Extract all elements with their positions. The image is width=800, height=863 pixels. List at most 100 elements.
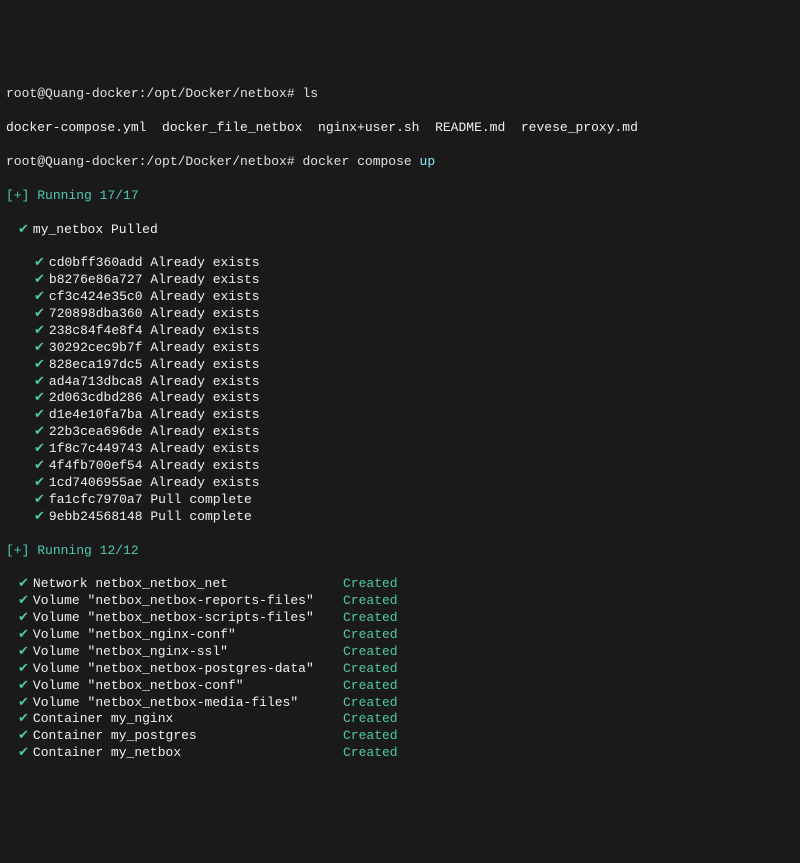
resource-status: Created (343, 711, 398, 728)
terminal-output[interactable]: root@Quang-docker:/opt/Docker/netbox# ls… (6, 70, 794, 779)
layer-status: Already exists (143, 357, 260, 372)
check-icon: ✔ (34, 306, 45, 321)
resource-name-col: ✔ Network netbox_netbox_net (18, 576, 343, 593)
check-icon: ✔ (34, 407, 45, 422)
check-icon: ✔ (18, 593, 29, 608)
layer-hash: 1f8c7c449743 (49, 441, 143, 456)
check-icon: ✔ (34, 492, 45, 507)
resources-list: ✔Network netbox_netbox_netCreated✔Volume… (6, 576, 794, 762)
resource-name-col: ✔ Volume "netbox_netbox-scripts-files" (18, 610, 343, 627)
resource-line: ✔Volume "netbox_nginx-conf"Created (6, 627, 794, 644)
running-label: Running (37, 543, 92, 558)
check-icon: ✔ (34, 390, 45, 405)
resource-name: Volume "netbox_netbox-conf" (33, 678, 244, 693)
resource-name-col: ✔Container my_netbox (18, 745, 343, 762)
cmd-compose: compose (357, 154, 412, 169)
running-label: Running (37, 188, 92, 203)
layer-line: ✔ 1f8c7c449743 Already exists (6, 441, 794, 458)
shell-prompt: root@Quang-docker:/opt/Docker/netbox# (6, 86, 295, 101)
layer-hash: 1cd7406955ae (49, 475, 143, 490)
resource-name-col: ✔Volume "netbox_nginx-ssl" (18, 644, 343, 661)
layer-status: Already exists (143, 255, 260, 270)
resource-status: Created (343, 627, 398, 644)
layer-hash: ad4a713dbca8 (49, 374, 143, 389)
resource-name-col: ✔Volume "netbox_nginx-conf" (18, 627, 343, 644)
layer-line: ✔cd0bff360add Already exists (6, 255, 794, 272)
layer-line: ✔22b3cea696de Already exists (6, 424, 794, 441)
layer-hash: fa1cfc7970a7 (49, 492, 143, 507)
layer-line: ✔238c84f4e8f4 Already exists (6, 323, 794, 340)
layer-hash: 22b3cea696de (49, 424, 143, 439)
resource-status: Created (343, 678, 398, 695)
resource-status: Created (343, 745, 398, 762)
prompt-line-1: root@Quang-docker:/opt/Docker/netbox# ls (6, 86, 794, 103)
layer-status: Already exists (143, 289, 260, 304)
resource-status: Created (343, 661, 398, 678)
layer-line: ✔30292cec9b7f Already exists (6, 340, 794, 357)
resource-line: ✔Container my_netboxCreated (6, 745, 794, 762)
ls-output: docker-compose.yml docker_file_netbox ng… (6, 120, 794, 137)
running-header-1: [+] Running 17/17 (6, 188, 794, 205)
layer-hash: 4f4fb700ef54 (49, 458, 143, 473)
resource-name-col: ✔Container my_nginx (18, 711, 343, 728)
layer-status: Already exists (143, 424, 260, 439)
resource-name-col: ✔ Volume "netbox_netbox-reports-files" (18, 593, 343, 610)
resource-status: Created (343, 610, 398, 627)
resource-name: Volume "netbox_netbox-reports-files" (33, 593, 314, 608)
shell-prompt: root@Quang-docker:/opt/Docker/netbox# (6, 154, 295, 169)
check-icon: ✔ (18, 661, 29, 676)
layer-hash: 238c84f4e8f4 (49, 323, 143, 338)
layer-line: ✔2d063cdbd286 Already exists (6, 390, 794, 407)
layer-line: ✔ fa1cfc7970a7 Pull complete (6, 492, 794, 509)
layer-status: Already exists (143, 441, 260, 456)
layer-line: ✔d1e4e10fa7ba Already exists (6, 407, 794, 424)
check-icon: ✔ (18, 576, 29, 591)
resource-name: Volume "netbox_netbox-postgres-data" (33, 661, 314, 676)
check-icon: ✔ (34, 323, 45, 338)
resource-name: Volume "netbox_netbox-scripts-files" (33, 610, 314, 625)
check-icon: ✔ (34, 458, 45, 473)
layer-hash: 2d063cdbd286 (49, 390, 143, 405)
resource-name: Volume "netbox_netbox-media-files" (33, 695, 298, 710)
resource-line: ✔ Volume "netbox_netbox-postgres-data" Cre… (6, 661, 794, 678)
pulled-name: my_netbox (33, 222, 103, 237)
resource-line: ✔ Volume "netbox_netbox-reports-files" Cre… (6, 593, 794, 610)
resource-name: Volume "netbox_nginx-ssl" (33, 644, 228, 659)
check-icon: ✔ (18, 610, 29, 625)
check-icon: ✔ (18, 627, 29, 642)
cmd-docker: docker (302, 154, 349, 169)
layer-line: ✔b8276e86a727 Already exists (6, 272, 794, 289)
layer-hash: d1e4e10fa7ba (49, 407, 143, 422)
pulled-status: Pulled (111, 222, 158, 237)
resource-name-col: ✔Volume "netbox_netbox-conf" (18, 678, 343, 695)
layer-hash: 828eca197dc5 (49, 357, 143, 372)
resource-name: Network netbox_netbox_net (33, 576, 228, 591)
resource-line: ✔Network netbox_netbox_netCreated (6, 576, 794, 593)
resource-line: ✔Volume "netbox_netbox-media-files"Creat… (6, 695, 794, 712)
check-icon: ✔ (18, 695, 29, 710)
running-header-2: [+] Running 12/12 (6, 543, 794, 560)
check-icon: ✔ (34, 475, 45, 490)
layer-status: Already exists (143, 458, 260, 473)
resource-name-col: ✔ Volume "netbox_netbox-media-files" (18, 695, 343, 712)
layers-list: ✔cd0bff360add Already exists✔b8276e86a72… (6, 255, 794, 525)
check-icon: ✔ (18, 222, 29, 237)
layer-status: Pull complete (143, 492, 252, 507)
layer-line: ✔ 4f4fb700ef54 Already exists (6, 458, 794, 475)
prompt-line-2: root@Quang-docker:/opt/Docker/netbox# do… (6, 154, 794, 171)
check-icon: ✔ (34, 441, 45, 456)
check-icon: ✔ (34, 509, 45, 524)
resource-line: ✔Container my_postgresCreated (6, 728, 794, 745)
resource-status: Created (343, 728, 398, 745)
running-prefix: [+] (6, 543, 29, 558)
layer-line: ✔ 720898dba360 Already exists (6, 306, 794, 323)
resource-line: ✔ Volume "netbox_netbox-scripts-files" Cre… (6, 610, 794, 627)
layer-hash: cd0bff360add (49, 255, 143, 270)
layer-hash: 720898dba360 (49, 306, 143, 321)
layer-status: Already exists (143, 306, 260, 321)
layer-status: Already exists (143, 475, 260, 490)
layer-status: Already exists (143, 340, 260, 355)
resource-status: Created (343, 593, 398, 610)
layer-status: Pull complete (143, 509, 252, 524)
resource-name-col: ✔Container my_postgres (18, 728, 343, 745)
